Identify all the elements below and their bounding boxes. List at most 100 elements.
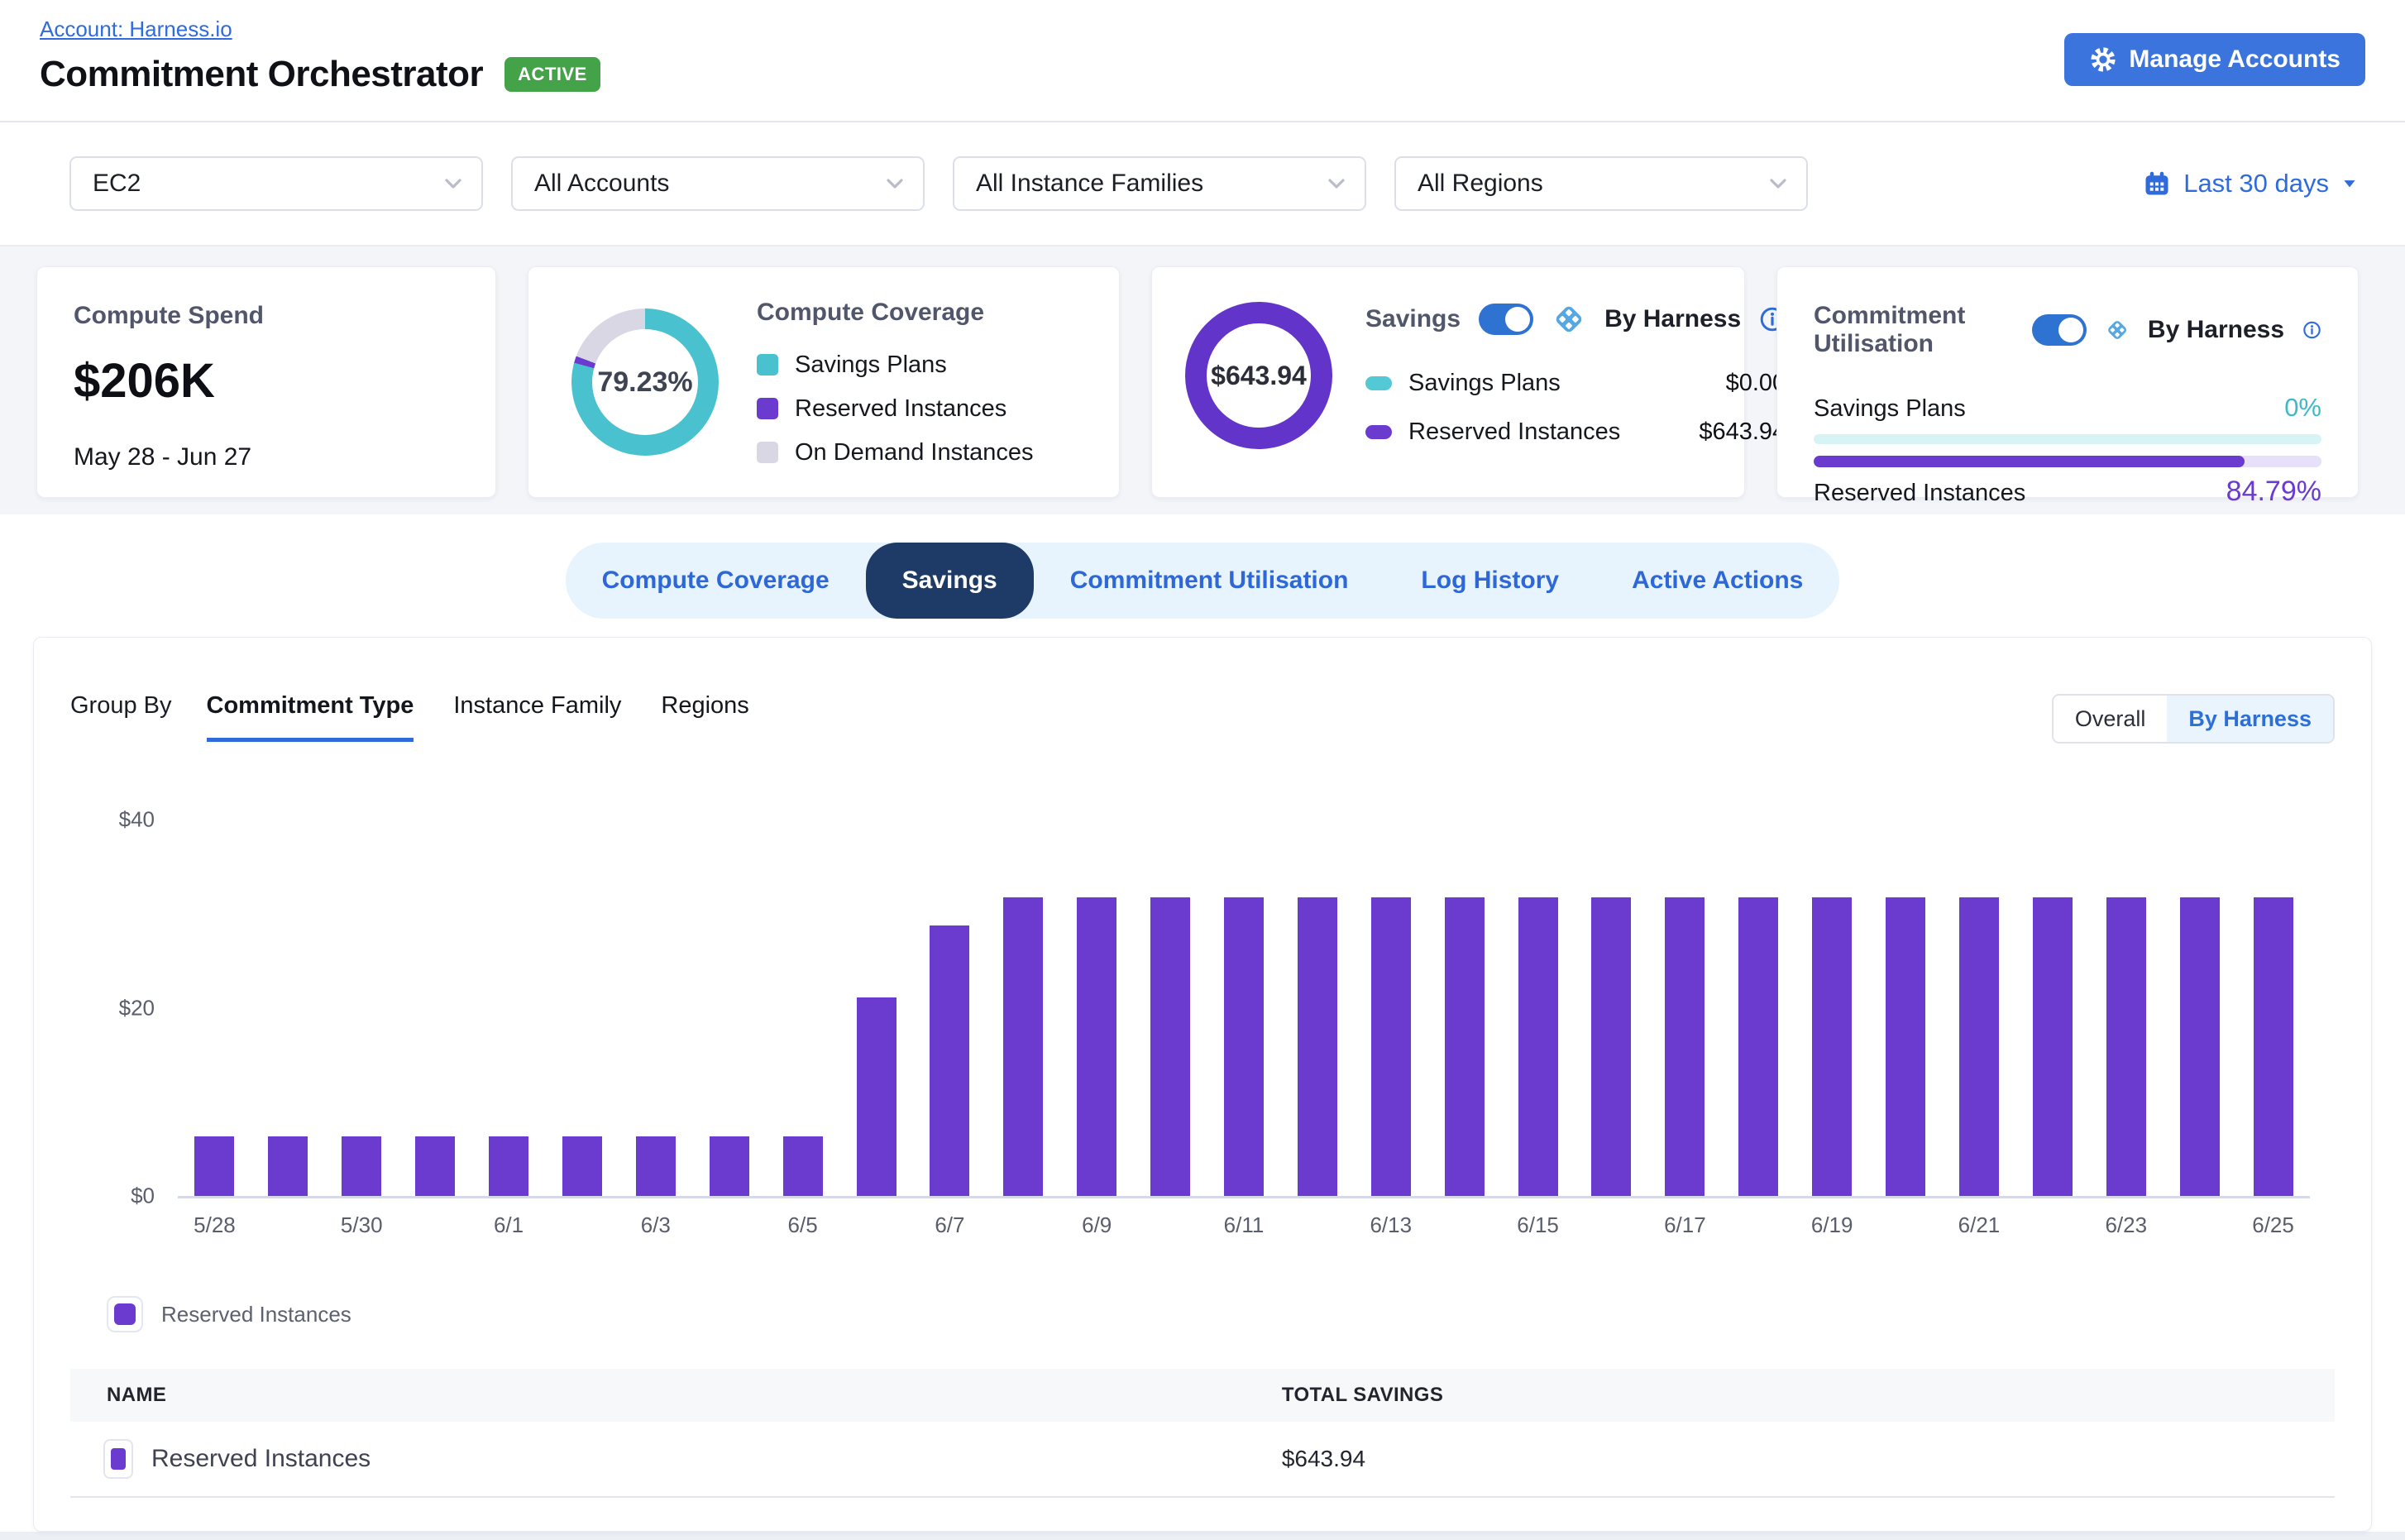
bar-6-14[interactable] bbox=[1445, 897, 1485, 1196]
x-axis-label-6-17: 6/17 bbox=[1664, 1212, 1706, 1238]
utilisation-bar-fill bbox=[1814, 456, 2245, 467]
row-swatch-color bbox=[111, 1448, 126, 1470]
x-axis-label-6-15: 6/15 bbox=[1517, 1212, 1559, 1238]
account-breadcrumb-link[interactable]: Account: Harness.io bbox=[40, 17, 232, 41]
tab-log-history[interactable]: Log History bbox=[1384, 543, 1595, 619]
caret-down-icon bbox=[2340, 175, 2359, 193]
legend-label: Savings Plans bbox=[795, 352, 947, 379]
bar-6-8[interactable] bbox=[1003, 897, 1043, 1196]
row-swatch bbox=[103, 1439, 133, 1479]
bar-5-28[interactable] bbox=[194, 1136, 234, 1196]
utilisation-row-label: Reserved Instances bbox=[1814, 480, 2025, 507]
tab-compute-coverage[interactable]: Compute Coverage bbox=[566, 543, 866, 619]
bar-5-30[interactable] bbox=[342, 1136, 381, 1196]
group-by-label: Group By bbox=[70, 692, 172, 720]
bar-6-1[interactable] bbox=[489, 1136, 528, 1196]
compute-spend-value: $206K bbox=[74, 353, 459, 409]
manage-accounts-label: Manage Accounts bbox=[2129, 45, 2340, 74]
bar-6-23[interactable] bbox=[2106, 897, 2146, 1196]
utilisation-title: Commitment Utilisation bbox=[1814, 302, 2014, 358]
utilisation-bar-savings-plans bbox=[1814, 434, 2321, 444]
coverage-percent: 79.23% bbox=[597, 366, 692, 399]
tab-commitment-utilisation[interactable]: Commitment Utilisation bbox=[1034, 543, 1385, 619]
x-axis-label-6-5: 6/5 bbox=[788, 1212, 818, 1238]
bar-6-6[interactable] bbox=[857, 997, 896, 1196]
x-axis-label-6-3: 6/3 bbox=[641, 1212, 671, 1238]
filter-dropdown-all-accounts[interactable]: All Accounts bbox=[511, 156, 925, 211]
legend-swatch bbox=[1365, 376, 1392, 390]
bar-6-11[interactable] bbox=[1224, 897, 1264, 1196]
bar-6-15[interactable] bbox=[1518, 897, 1558, 1196]
bar-6-17[interactable] bbox=[1665, 897, 1705, 1196]
commitment-utilisation-card: Commitment Utilisation By Harness Saving… bbox=[1776, 266, 2359, 498]
bar-5-29[interactable] bbox=[268, 1136, 308, 1196]
group-by-option-commitment-type[interactable]: Commitment Type bbox=[207, 692, 414, 742]
compute-coverage-title: Compute Coverage bbox=[757, 299, 1034, 327]
coverage-legend-item-reserved-instances: Reserved Instances bbox=[757, 395, 1034, 423]
legend-swatch bbox=[757, 398, 778, 419]
group-by-option-instance-family[interactable]: Instance Family bbox=[453, 692, 621, 742]
bar-6-16[interactable] bbox=[1591, 897, 1631, 1196]
bar-6-9[interactable] bbox=[1077, 897, 1116, 1196]
filter-dropdown-all-instance-families[interactable]: All Instance Families bbox=[953, 156, 1366, 211]
date-range-label: Last 30 days bbox=[2183, 169, 2329, 198]
chevron-down-icon bbox=[440, 170, 466, 197]
bar-6-10[interactable] bbox=[1150, 897, 1190, 1196]
legend-swatch bbox=[757, 354, 778, 375]
bar-6-24[interactable] bbox=[2180, 897, 2220, 1196]
filter-dropdown-ec2[interactable]: EC2 bbox=[69, 156, 483, 211]
bar-6-7[interactable] bbox=[930, 925, 969, 1196]
filter-dropdown-all-regions[interactable]: All Regions bbox=[1394, 156, 1808, 211]
tab-active-actions[interactable]: Active Actions bbox=[1595, 543, 1839, 619]
summary-cards-band: Compute Spend $206K May 28 - Jun 27 79.2… bbox=[0, 246, 2405, 514]
legend-label: On Demand Instances bbox=[795, 439, 1034, 466]
coverage-legend-item-savings-plans: Savings Plans bbox=[757, 352, 1034, 379]
compute-spend-title: Compute Spend bbox=[74, 302, 459, 330]
x-axis-label-6-1: 6/1 bbox=[494, 1212, 524, 1238]
savings-row-label: Reserved Instances bbox=[1408, 418, 1620, 446]
bar-6-18[interactable] bbox=[1738, 897, 1778, 1196]
bar-6-21[interactable] bbox=[1959, 897, 1999, 1196]
bar-5-31[interactable] bbox=[415, 1136, 455, 1196]
harness-logo-icon bbox=[1552, 302, 1586, 337]
bar-6-22[interactable] bbox=[2033, 897, 2073, 1196]
bar-6-3[interactable] bbox=[636, 1136, 676, 1196]
savings-bar-chart: $0$20$405/285/306/16/36/56/76/96/116/136… bbox=[178, 820, 2310, 1198]
date-range-picker[interactable]: Last 30 days bbox=[2142, 169, 2359, 198]
commitment-orchestrator-page: Account: Harness.io Commitment Orchestra… bbox=[0, 0, 2405, 1532]
savings-by-harness-toggle[interactable] bbox=[1479, 304, 1533, 335]
utilisation-row-percent: 0% bbox=[2284, 393, 2321, 423]
utilisation-by-harness-toggle[interactable] bbox=[2032, 314, 2087, 346]
bar-6-20[interactable] bbox=[1886, 897, 1925, 1196]
chart-legend-chip-reserved-instances[interactable] bbox=[107, 1296, 143, 1332]
bar-6-12[interactable] bbox=[1298, 897, 1337, 1196]
view-option-by-harness[interactable]: By Harness bbox=[2167, 696, 2333, 742]
bar-6-19[interactable] bbox=[1812, 897, 1852, 1196]
savings-by-harness-label: By Harness bbox=[1604, 305, 1741, 333]
legend-swatch bbox=[757, 442, 778, 463]
bar-6-25[interactable] bbox=[2254, 897, 2293, 1196]
group-by-row: Group By Commitment Type Instance Family R… bbox=[70, 692, 789, 742]
bar-6-4[interactable] bbox=[710, 1136, 749, 1196]
filter-dropdown-value: All Instance Families bbox=[976, 170, 1203, 198]
group-by-option-regions[interactable]: Regions bbox=[661, 692, 748, 742]
savings-table: NAME TOTAL SAVINGS Reserved Instances$64… bbox=[70, 1369, 2335, 1498]
view-tabs: Compute CoverageSavingsCommitment Utilis… bbox=[566, 543, 1840, 619]
harness-logo-icon bbox=[2105, 313, 2130, 347]
page-title: Commitment Orchestrator bbox=[40, 54, 483, 95]
info-icon[interactable] bbox=[2302, 317, 2321, 343]
bar-6-13[interactable] bbox=[1371, 897, 1411, 1196]
x-axis-label-6-21: 6/21 bbox=[1958, 1212, 2001, 1238]
bar-6-2[interactable] bbox=[562, 1136, 602, 1196]
bar-6-5[interactable] bbox=[783, 1136, 823, 1196]
tab-savings[interactable]: Savings bbox=[866, 543, 1034, 619]
x-axis-label-5-28: 5/28 bbox=[194, 1212, 236, 1238]
calendar-icon bbox=[2142, 169, 2172, 198]
x-axis-label-6-13: 6/13 bbox=[1370, 1212, 1412, 1238]
utilisation-by-harness-label: By Harness bbox=[2148, 316, 2284, 344]
x-axis-label-6-23: 6/23 bbox=[2105, 1212, 2147, 1238]
table-header: NAME TOTAL SAVINGS bbox=[70, 1369, 2335, 1422]
manage-accounts-button[interactable]: Manage Accounts bbox=[2064, 33, 2365, 86]
utilisation-bar-reserved-instances bbox=[1814, 456, 2321, 467]
view-option-overall[interactable]: Overall bbox=[2054, 696, 2168, 742]
